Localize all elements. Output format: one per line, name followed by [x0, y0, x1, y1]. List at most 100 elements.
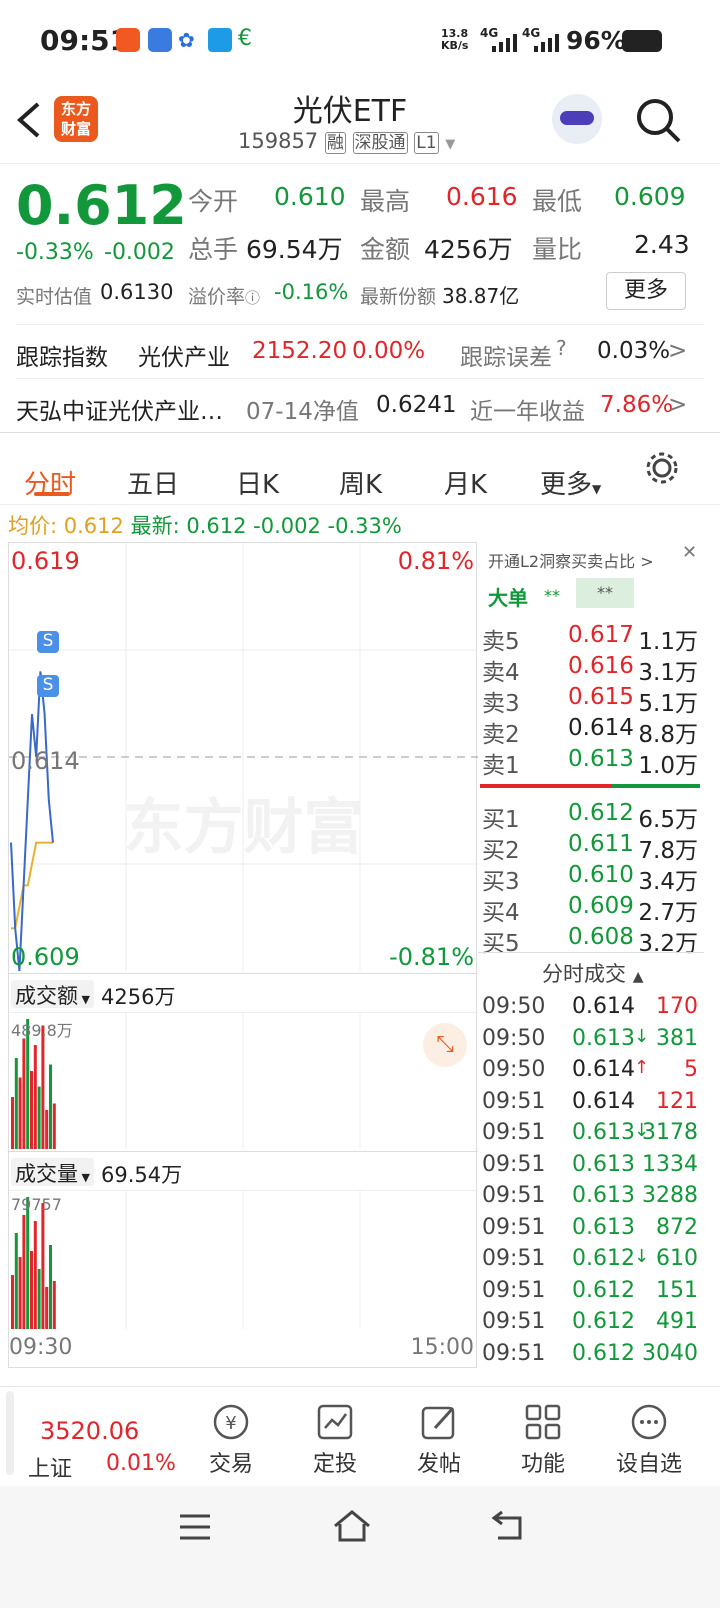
tick-time: 09:50 [482, 1057, 546, 1082]
more-button[interactable]: 更多 [606, 272, 686, 310]
connect-tag: 深股通 [352, 132, 408, 154]
tab-more[interactable]: 更多▼ [540, 464, 601, 501]
chevron-right-icon[interactable]: > [668, 392, 687, 418]
settings-gear-icon[interactable] [644, 450, 680, 486]
l2-promo[interactable]: 开通L2洞察买卖占比 > [488, 548, 654, 572]
buy-level-label: 买1 [482, 807, 520, 833]
volume-value: 69.54万 [246, 235, 343, 264]
amount-selector[interactable]: 成交额 ▼ [11, 980, 94, 1008]
home-icon[interactable] [332, 1508, 372, 1544]
dropdown-icon[interactable]: ▼ [445, 137, 455, 152]
menu-icon[interactable] [178, 1512, 212, 1542]
search-icon[interactable] [634, 96, 682, 144]
amount-bar [52, 1103, 56, 1149]
volume-bar [33, 1221, 37, 1329]
sort-up-icon: ▲ [632, 969, 644, 985]
plan-button[interactable]: 定投 [290, 1402, 380, 1478]
intraday-chart[interactable]: 东方财富 0.619 0.81% 0.614 0.609 -0.81% S S … [8, 542, 478, 1368]
sell-signal-marker[interactable]: S [37, 675, 59, 697]
track-index-pct: 0.00% [352, 338, 426, 364]
volume-ratio-label: 量比 [532, 235, 583, 264]
amount-total: 4256万 [101, 985, 176, 1009]
year-return-label: 近一年收益 [470, 399, 585, 425]
divider [16, 378, 704, 379]
trade-button[interactable]: ¥ 交易 [186, 1402, 276, 1478]
more-dots-icon [631, 1404, 667, 1440]
high-value: 0.616 [446, 182, 518, 211]
low-value: 0.609 [614, 182, 686, 211]
volume-ratio-value: 2.43 [634, 230, 690, 259]
tick-volume: 1334 [642, 1151, 698, 1177]
help-icon[interactable]: ? [556, 336, 567, 360]
info-icon[interactable]: ⓘ [245, 289, 260, 307]
big-order-stars: ** [544, 586, 560, 605]
buy-price: 0.609 [568, 893, 634, 919]
premium-label[interactable]: 溢价率ⓘ [188, 282, 260, 309]
last-change: -0.002 [253, 514, 321, 538]
tick-time: 09:50 [482, 994, 546, 1019]
index-name[interactable]: 上证 [28, 1451, 72, 1483]
signal-icon [492, 34, 517, 52]
robot-assistant-icon[interactable] [552, 94, 602, 144]
divider [478, 952, 704, 953]
track-index-label: 跟踪指数 [16, 345, 108, 371]
sell-price: 0.616 [568, 653, 634, 679]
sell-price: 0.613 [568, 746, 634, 772]
volume-bar [26, 1197, 30, 1329]
index-pct: 0.01% [106, 1451, 176, 1476]
expand-icon[interactable]: ⤡ [423, 1023, 467, 1067]
premium-value: -0.16% [274, 280, 349, 304]
ticks-title[interactable]: 分时成交 ▲ [542, 958, 643, 988]
volume-bar [52, 1281, 56, 1329]
tick-volume: 3040 [642, 1340, 698, 1366]
drawer-handle[interactable] [6, 1391, 14, 1475]
amount-bar [45, 1110, 49, 1149]
avg-price-bar: 均价: 0.612 最新: 0.612 -0.002 -0.33% [8, 510, 402, 540]
stock-code: 159857 [238, 129, 319, 153]
net-speed: 13.8 KB/s [441, 27, 469, 52]
amount-max-label: 489.8万 [11, 1021, 73, 1040]
add-watchlist-button[interactable]: 设自选 [604, 1402, 694, 1478]
low-label: 最低 [532, 187, 583, 216]
divider [16, 324, 704, 325]
fund-name: 天弘中证光伏产业… [16, 399, 223, 425]
function-button[interactable]: 功能 [498, 1402, 588, 1478]
paw-icon: ✿ [178, 28, 195, 52]
last-value: 0.612 [186, 514, 247, 538]
tick-volume: 5 [684, 1057, 698, 1082]
pct-bottom-label: -0.81% [389, 943, 474, 971]
chevron-right-icon[interactable]: > [668, 338, 687, 364]
index-value: 3520.06 [40, 1417, 140, 1445]
sell-price: 0.615 [568, 684, 634, 710]
chart-plan-icon [317, 1404, 353, 1440]
track-index-name[interactable]: 光伏产业 [138, 338, 230, 372]
level-tag[interactable]: L1 [414, 132, 439, 154]
tick-volume: 121 [656, 1088, 698, 1114]
back-icon[interactable] [16, 100, 42, 140]
volume-total: 69.54万 [101, 1163, 183, 1187]
edit-icon [421, 1406, 455, 1440]
volume-selector[interactable]: 成交量 ▼ [11, 1158, 94, 1186]
tab-monthly-k[interactable]: 月K [444, 464, 487, 501]
amount-label: 金额 [360, 235, 411, 264]
volume-label: 总手 [188, 235, 239, 264]
amount-bar [49, 1064, 52, 1149]
tab-five-day[interactable]: 五日 [127, 464, 179, 501]
post-button[interactable]: 发帖 [394, 1402, 484, 1478]
status-bar: 09:51 ✿ € 13.8 KB/s 4G 4G 96% [0, 0, 720, 80]
tick-volume: 381 [656, 1025, 698, 1051]
tick-price: 0.612 [572, 1340, 635, 1366]
active-tab-indicator [34, 492, 70, 496]
buy-price: 0.608 [568, 924, 634, 950]
tick-direction: ↓ [634, 1025, 650, 1047]
sell-signal-marker[interactable]: S [37, 631, 59, 653]
open-value: 0.610 [274, 182, 346, 211]
price-top-label: 0.619 [11, 547, 80, 575]
tab-weekly-k[interactable]: 周K [339, 464, 382, 501]
back-nav-icon[interactable] [490, 1510, 526, 1542]
amount-subheader: 成交额 ▼ 4256万 [9, 973, 478, 1013]
close-icon[interactable]: ✕ [682, 542, 697, 563]
big-order-label: 大单 [488, 586, 528, 610]
tab-daily-k[interactable]: 日K [236, 464, 279, 501]
amount-bar [22, 1038, 26, 1149]
